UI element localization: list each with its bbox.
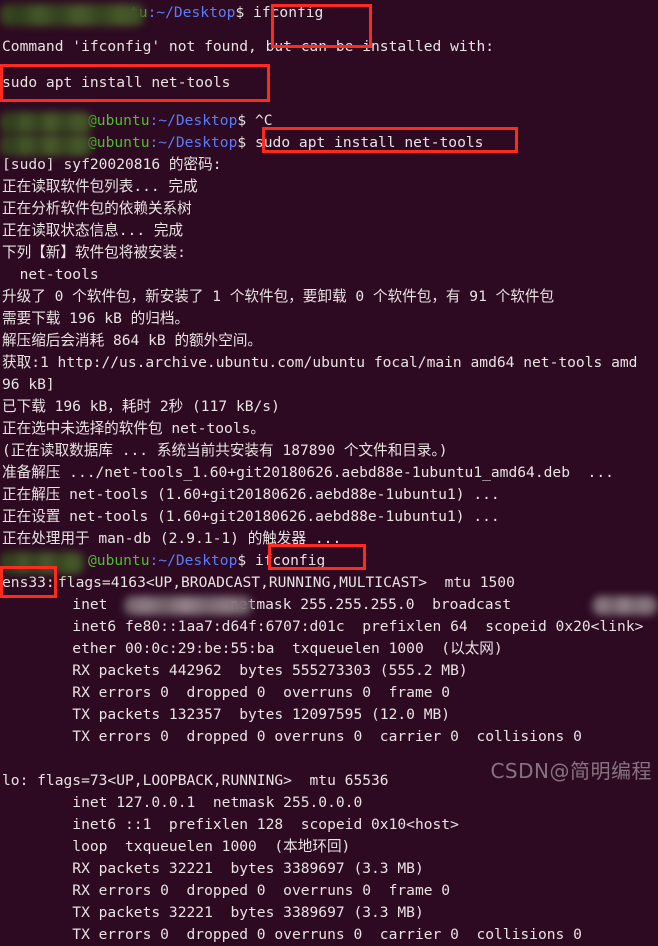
output-downloaded: 已下载 196 kB，耗时 2秒 (117 kB/s): [2, 398, 280, 415]
output-command-not-found: Command 'ifconfig' not found, but can be…: [2, 38, 495, 55]
output-reading-database: (正在读取数据库 ... 系统当前共安装有 187890 个文件和目录。): [2, 442, 448, 459]
redaction-username-4: [0, 552, 84, 574]
redaction-ens33-broadcast-address: [592, 596, 658, 615]
redaction-username-3: [0, 134, 92, 156]
command-ifconfig-1: [244, 4, 253, 21]
iface-ens33-tx-errors: TX errors 0 dropped 0 overruns 0 carrier…: [2, 728, 582, 745]
prompt-host: @ubuntu: [88, 134, 150, 151]
output-preparing-unpack: 准备解压 .../net-tools_1.60+git20180626.aebd…: [2, 464, 614, 481]
prompt-line-3: @ubuntu:~/Desktop$ sudo apt install net-…: [88, 132, 483, 154]
output-building-dependency-tree: 正在分析软件包的依赖关系树: [2, 200, 192, 217]
iface-ens33-inet-label: inet: [2, 596, 117, 613]
output-disk-space: 解压缩后会消耗 864 kB 的额外空间。: [2, 332, 263, 349]
output-fetch-url-wrap: 96 kB]: [2, 376, 55, 393]
output-download-size: 需要下载 196 kB 的归档。: [2, 310, 190, 327]
redaction-username-2: [0, 112, 92, 134]
prompt-symbol: $: [235, 4, 245, 21]
prompt-host: @ubuntu: [88, 112, 150, 129]
iface-lo-tx-errors: TX errors 0 dropped 0 overruns 0 carrier…: [2, 926, 582, 943]
watermark-brand: CSDN: [490, 759, 550, 783]
redaction-username-1: [0, 4, 144, 26]
iface-ens33-ether: ether 00:0c:29:be:55:ba txqueuelen 1000 …: [2, 640, 503, 657]
output-sudo-password-prompt: [sudo] syf20020816 的密码:: [2, 156, 222, 173]
prompt-symbol: $: [237, 112, 247, 129]
command-ifconfig-2: ifconfig: [254, 552, 326, 569]
prompt-line-1: tu:~/Desktop$ ifconfig: [130, 4, 324, 21]
iface-ens33-name: ens33:: [2, 574, 55, 591]
terminal-window[interactable]: tu:~/Desktop$ ifconfig Command 'ifconfig…: [0, 0, 658, 943]
prompt-line-2: @ubuntu:~/Desktop$ ^C: [88, 110, 273, 132]
watermark-author: @简明编程: [549, 759, 652, 783]
output-reading-package-lists: 正在读取软件包列表... 完成: [2, 178, 198, 195]
iface-lo-rx-errors: RX errors 0 dropped 0 overruns 0 frame 0: [2, 882, 451, 899]
output-reading-state-info: 正在读取状态信息... 完成: [2, 222, 184, 239]
csdn-watermark: CSDN@简明编程: [490, 760, 652, 782]
iface-lo-tx-packets: TX packets 32221 bytes 3389697 (3.3 MB): [2, 904, 424, 921]
output-suggested-install: sudo apt install net-tools: [2, 74, 231, 91]
output-upgrade-summary: 升级了 0 个软件包，新安装了 1 个软件包，要卸载 0 个软件包，有 91 个…: [2, 288, 555, 305]
command-ctrl-c: ^C: [254, 112, 273, 129]
output-processing-triggers: 正在处理用于 man-db (2.9.1-1) 的触发器 ...: [2, 530, 342, 547]
iface-lo-rx-packets: RX packets 32221 bytes 3389697 (3.3 MB): [2, 860, 424, 877]
output-fetch-url: 获取:1 http://us.archive.ubuntu.com/ubuntu…: [2, 354, 638, 371]
iface-lo-inet: inet 127.0.0.1 netmask 255.0.0.0: [2, 794, 363, 811]
iface-lo-flags: lo: flags=73<UP,LOOPBACK,RUNNING> mtu 65…: [2, 772, 389, 789]
prompt-path: :~/Desktop: [149, 552, 238, 569]
iface-ens33-netmask: netmask 255.255.255.0 broadcast: [230, 596, 512, 613]
iface-ens33-inet6: inet6 fe80::1aa7:d64f:6707:d01c prefixle…: [2, 618, 644, 635]
iface-ens33-tx-packets: TX packets 132357 bytes 12097595 (12.0 M…: [2, 706, 451, 723]
output-selecting-package: 正在选中未选择的软件包 net-tools。: [2, 420, 265, 437]
prompt-path: :~/Desktop: [149, 134, 238, 151]
prompt-host: @ubuntu: [88, 552, 150, 569]
iface-ens33-rx-packets: RX packets 442962 bytes 555273303 (555.2…: [2, 662, 468, 679]
command-apt-install: sudo apt install net-tools: [254, 134, 484, 151]
prompt-path: :~/Desktop: [149, 112, 238, 129]
output-unpacking: 正在解压 net-tools (1.60+git20180626.aebd88e…: [2, 486, 500, 503]
iface-lo-inet6: inet6 ::1 prefixlen 128 scopeid 0x10<hos…: [2, 816, 459, 833]
output-package-net-tools: net-tools: [2, 266, 99, 283]
output-new-packages-header: 下列【新】软件包将被安装:: [2, 244, 186, 261]
prompt-symbol: $: [237, 552, 247, 569]
prompt-path: :~/Desktop: [147, 4, 236, 21]
prompt-line-4: @ubuntu:~/Desktop$ ifconfig: [88, 550, 325, 572]
prompt-host: tu: [130, 4, 148, 21]
output-setting-up: 正在设置 net-tools (1.60+git20180626.aebd88e…: [2, 508, 500, 525]
prompt-symbol: $: [237, 134, 247, 151]
iface-lo-loop: loop txqueuelen 1000 (本地环回): [2, 838, 351, 855]
iface-ens33-rx-errors: RX errors 0 dropped 0 overruns 0 frame 0: [2, 684, 451, 701]
iface-ens33-flags: flags=4163<UP,BROADCAST,RUNNING,MULTICAS…: [58, 574, 515, 591]
